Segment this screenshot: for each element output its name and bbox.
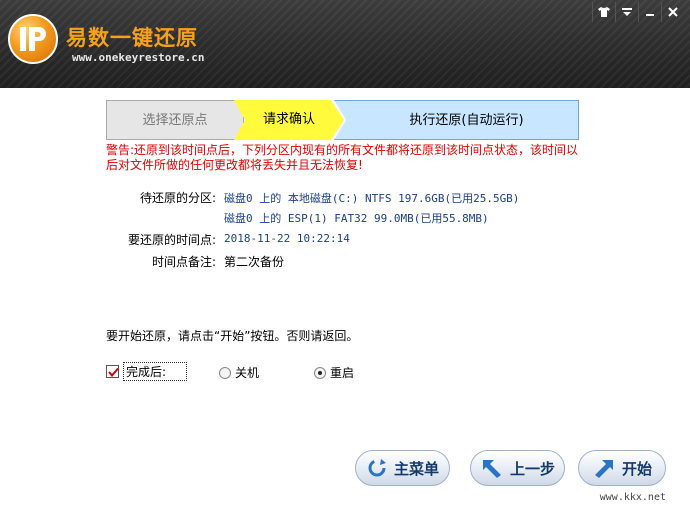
note-label: 时间点备注: <box>151 255 216 269</box>
app-title: 易数一键还原 <box>66 26 198 50</box>
app-url: www.onekeyrestore.cn <box>72 51 205 64</box>
radio-button[interactable] <box>314 366 326 379</box>
radio-label: 重启 <box>330 366 355 380</box>
note-value: 第二次备份 <box>224 255 285 269</box>
step-request-confirm: 请求确认 <box>234 100 344 140</box>
after-completion-label: 完成后: <box>123 362 188 381</box>
radio-button[interactable] <box>219 366 231 379</box>
shirt-icon[interactable] <box>592 2 615 22</box>
radio-shutdown[interactable]: 关机 <box>219 364 259 381</box>
start-prompt: 要开始还原，请点击“开始”按钮。否则请返回。 <box>106 329 359 343</box>
refresh-icon <box>368 459 386 477</box>
minimize-icon[interactable] <box>638 2 661 22</box>
radio-label: 关机 <box>235 366 260 380</box>
window-controls <box>592 2 684 22</box>
time-label: 要还原的时间点: <box>127 233 216 247</box>
checkbox[interactable] <box>106 365 119 378</box>
step-label: 请求确认 <box>262 112 315 127</box>
step-label: 选择还原点 <box>142 113 208 128</box>
radio-restart[interactable]: 重启 <box>314 364 354 381</box>
start-button[interactable]: 开始 <box>578 450 666 486</box>
prev-step-label: 上一步 <box>509 459 555 478</box>
time-value: 2018-11-22 10:22:14 <box>224 232 350 245</box>
menu-icon[interactable] <box>615 2 638 22</box>
wizard-steps: 选择还原点 执行还原(自动运行) 请求确认 <box>106 100 579 140</box>
partition-value-1: 磁盘0 上的 本地磁盘(C:) NTFS 197.6GB(已用25.5GB) <box>224 192 520 205</box>
close-icon[interactable] <box>661 2 684 22</box>
step-select-restore-point: 选择还原点 <box>106 100 244 140</box>
partition-value-2: 磁盘0 上的 ESP(1) FAT32 99.0MB(已用55.8MB) <box>224 212 489 225</box>
prev-step-button[interactable]: 上一步 <box>470 450 565 486</box>
start-label: 开始 <box>621 459 652 478</box>
app-header: 易数一键还原 www.onekeyrestore.cn <box>0 0 690 88</box>
app-logo-icon <box>8 14 58 64</box>
main-menu-label: 主菜单 <box>393 459 439 478</box>
step-execute-restore: 执行还原(自动运行) <box>334 100 579 140</box>
after-completion-checkbox[interactable]: 完成后: <box>106 362 188 381</box>
forward-arrow-icon <box>594 460 613 478</box>
partition-label: 待还原的分区: <box>139 191 216 205</box>
main-menu-button[interactable]: 主菜单 <box>355 450 450 486</box>
step-label: 执行还原(自动运行) <box>409 113 524 128</box>
back-arrow-icon <box>482 460 501 478</box>
warning-text: 警告:还原到该时间点后，下列分区内现有的所有文件都将还原到该时间点状态，该时间以… <box>106 143 579 172</box>
watermark: www.kkx.net <box>599 492 666 503</box>
